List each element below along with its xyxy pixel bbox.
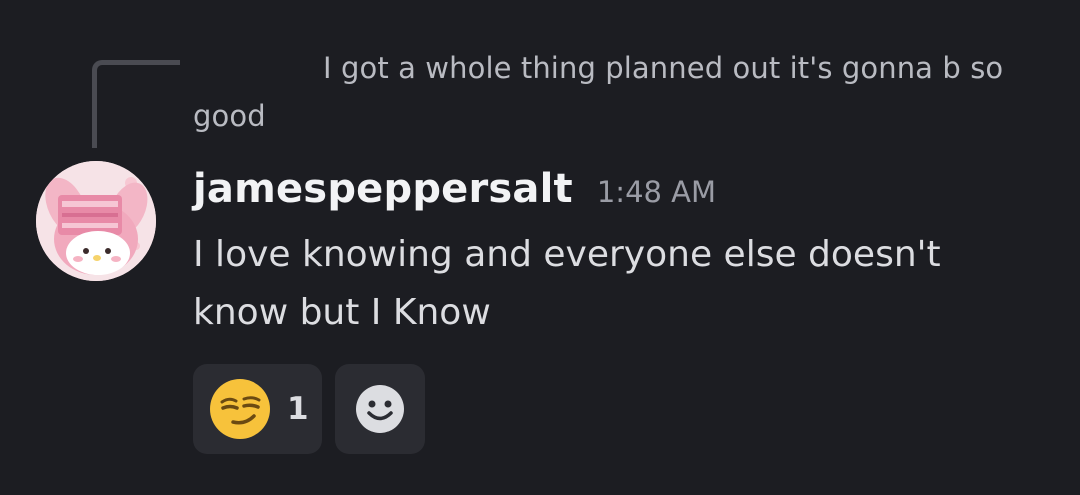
smirking-face-icon (210, 379, 270, 439)
smiley-add-reaction-icon (356, 385, 404, 433)
add-reaction-button[interactable] (335, 364, 425, 454)
message: jamespeppersalt 1:48 AM I love knowing a… (193, 166, 1063, 342)
message-text: I love knowing and everyone else doesn't… (193, 234, 941, 333)
reply-preview-text[interactable]: I got a whole thing planned out it's gon… (193, 44, 1053, 140)
my-melody-avatar-icon (36, 161, 156, 281)
chat-view: I got a whole thing planned out it's gon… (0, 0, 1080, 495)
reply-connector-line (92, 60, 180, 148)
avatar[interactable] (36, 161, 156, 281)
reaction-count: 1 (287, 391, 309, 427)
timestamp: 1:48 AM (596, 175, 717, 209)
reaction-smirk-button[interactable]: 1 (193, 364, 322, 454)
reaction-bar: 1 (193, 364, 425, 454)
message-header: jamespeppersalt 1:48 AM (193, 166, 1063, 226)
username[interactable]: jamespeppersalt (193, 166, 573, 212)
